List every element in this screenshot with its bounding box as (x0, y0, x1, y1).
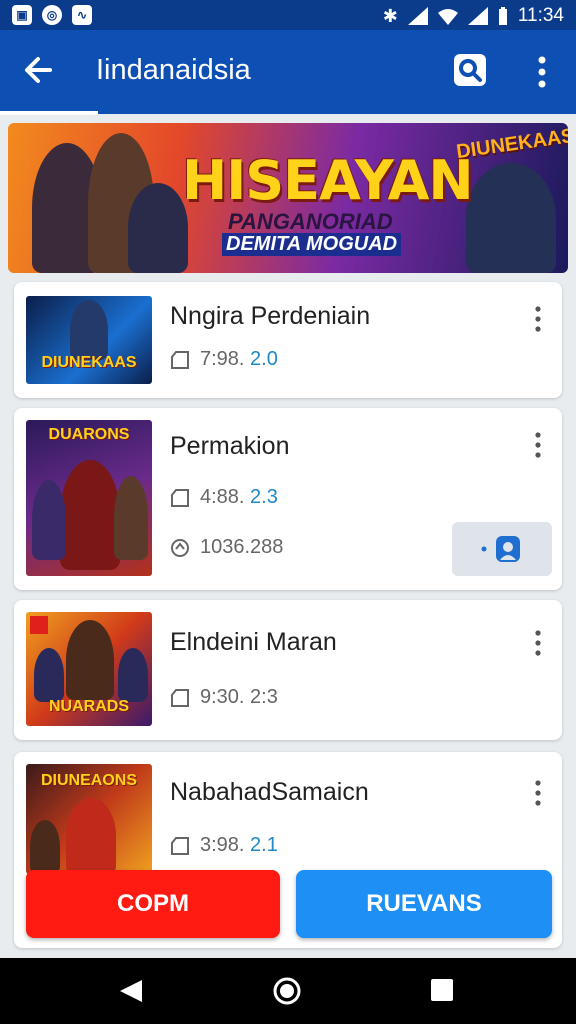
banner-tagline: DEMITA MOGUAD (222, 233, 402, 256)
more-vert-icon[interactable] (528, 52, 556, 92)
app-bar: Iindanaidsia (0, 30, 576, 114)
item-more-icon[interactable] (534, 630, 542, 656)
bluetooth-icon: ✱ (382, 5, 398, 26)
system-nav-bar (0, 958, 576, 1024)
storage-icon (171, 488, 189, 507)
storage-icon (171, 836, 189, 855)
storage-icon (171, 350, 189, 369)
item-title: Permakion (170, 432, 290, 460)
item-meta: 3:98. 2.1 (170, 834, 278, 857)
nav-back-icon[interactable] (118, 978, 144, 1004)
item-title: Nngira Perdeniain (170, 302, 371, 330)
signal-icon (467, 7, 488, 25)
banner-subtitle: PANGANORIAD (228, 209, 393, 234)
secondary-action-button[interactable]: RUEVANS (296, 870, 552, 938)
nav-recents-icon[interactable] (430, 978, 454, 1002)
notification-icon: ◎ (42, 5, 62, 25)
item-meta: 7:98. 2.0 (170, 348, 278, 371)
primary-action-button[interactable]: COPM (26, 870, 280, 938)
list-item[interactable]: NUARADS Elndeini Maran 9:30. 2:3 (14, 600, 562, 740)
wifi-icon (437, 9, 458, 25)
item-more-icon[interactable] (534, 306, 542, 332)
game-thumbnail: DIUNEAONS (26, 764, 152, 874)
item-more-icon[interactable] (534, 432, 542, 458)
item-meta: 4:88. 2.3 (170, 486, 278, 509)
user-icon (481, 536, 520, 562)
item-title: Elndeini Maran (170, 628, 337, 656)
battery-icon (498, 7, 507, 25)
item-title: NabahadSamaicn (170, 778, 369, 806)
game-thumbnail: NUARADS (26, 612, 152, 726)
status-time: 11:34 (517, 5, 564, 26)
active-tab-indicator (0, 111, 98, 115)
download-icon (171, 538, 189, 557)
signal-icon (407, 7, 428, 25)
item-downloads: 1036.288 (170, 536, 283, 559)
notification-icon: ▣ (12, 5, 32, 25)
item-more-icon[interactable] (534, 780, 542, 806)
item-meta: 9:30. 2:3 (170, 686, 278, 709)
back-arrow-icon[interactable] (20, 52, 56, 88)
character-figure (466, 163, 556, 273)
promo-banner[interactable]: DIUNEKAAS HISEAYAN PANGANORIAD DEMITA MO… (8, 123, 568, 273)
list-item[interactable]: DIUNEKAAS Nngira Perdeniain 7:98. 2.0 (14, 282, 562, 398)
game-thumbnail: DIUNEKAAS (26, 296, 152, 384)
search-icon[interactable] (452, 52, 488, 88)
nav-home-icon[interactable] (272, 976, 302, 1006)
page-title: Iindanaidsia (96, 54, 251, 86)
notification-icon: ∿ (72, 5, 92, 25)
banner-title: HISEAYAN (182, 149, 474, 212)
list-item[interactable]: DUARONS Permakion 4:88. 2.3 1036.288 (14, 408, 562, 590)
game-thumbnail: DUARONS (26, 420, 152, 576)
follow-button[interactable] (452, 522, 552, 576)
character-figure (128, 183, 188, 273)
status-bar: ▣ ◎ ∿ ✱ 11:34 (0, 0, 576, 30)
storage-icon (171, 688, 189, 707)
